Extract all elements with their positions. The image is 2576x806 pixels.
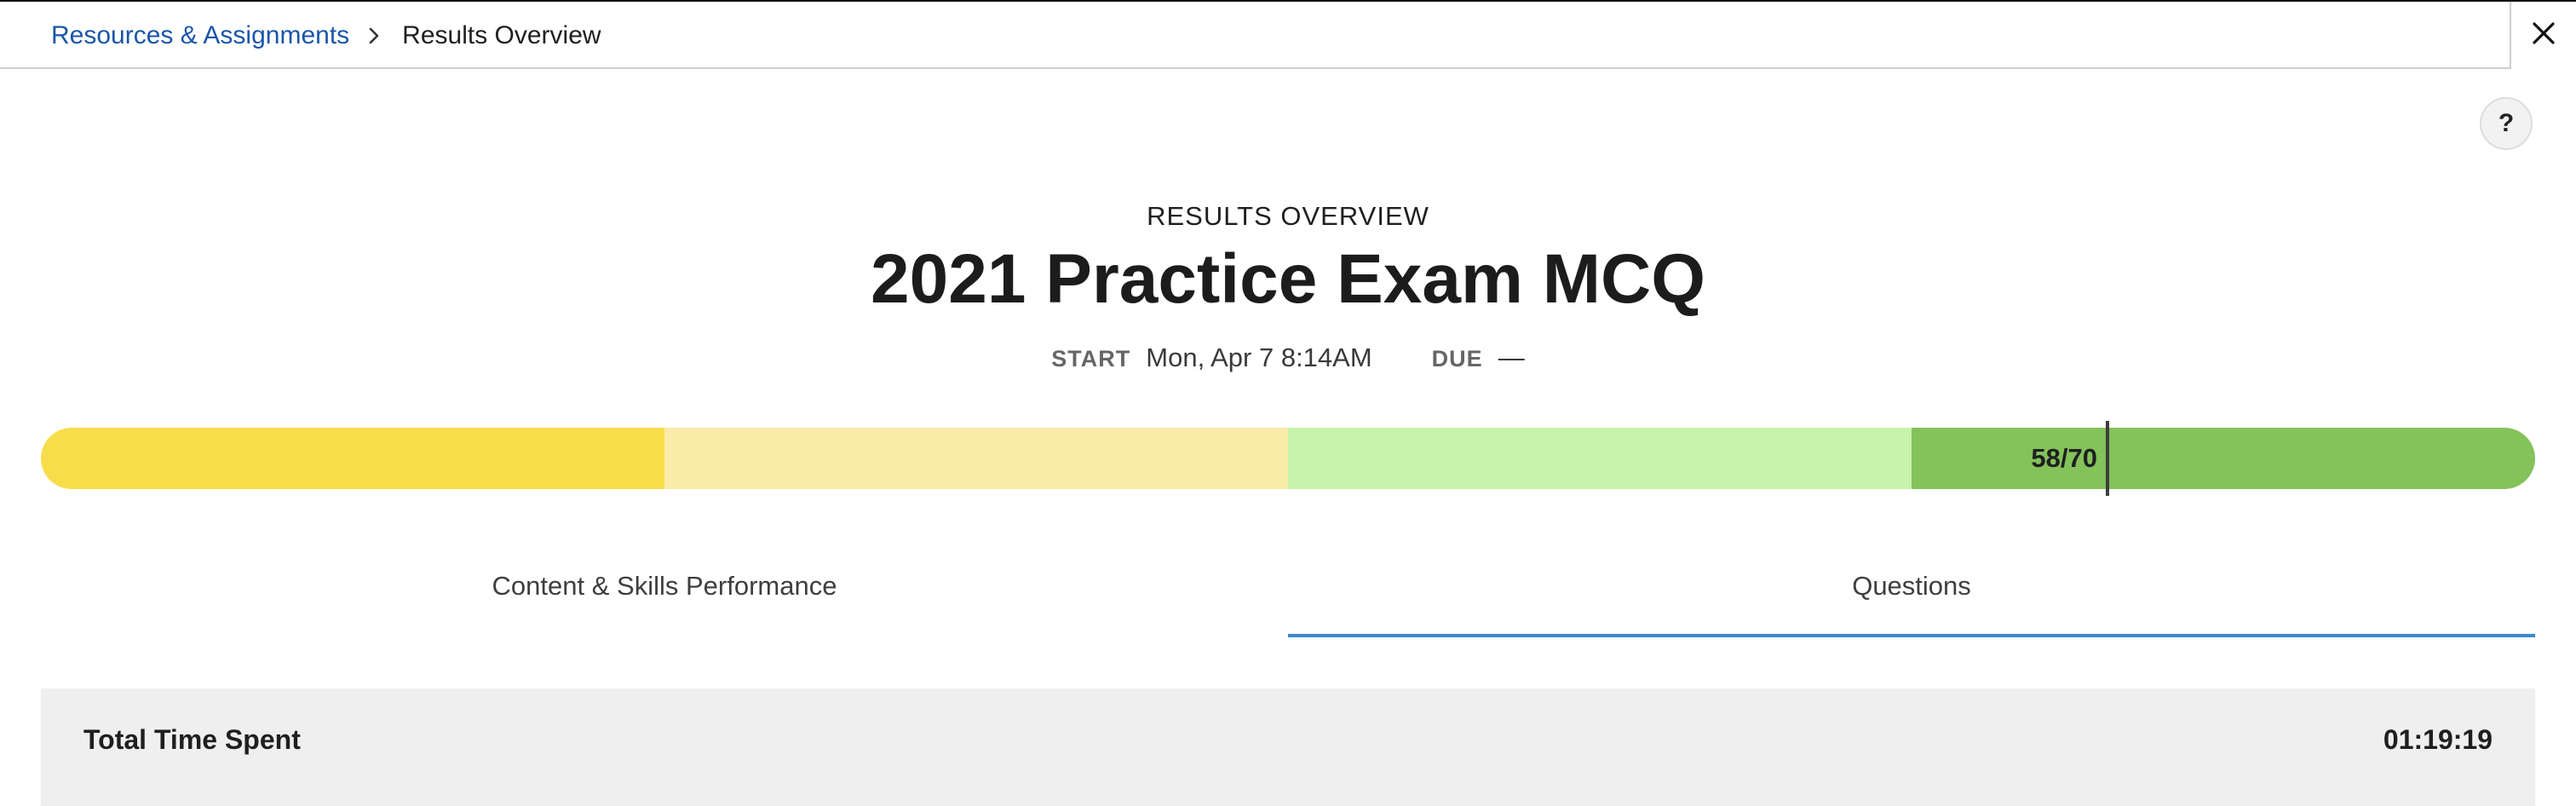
score-band-3 <box>1288 428 1912 489</box>
score-marker <box>2106 421 2109 496</box>
start-value: Mon, Apr 7 8:14AM <box>1146 343 1372 372</box>
score-band-1 <box>41 428 664 489</box>
score-bar <box>41 428 2535 489</box>
close-icon <box>2532 21 2556 49</box>
tab-content-skills-performance[interactable]: Content & Skills Performance <box>41 545 1288 637</box>
score-band-2 <box>664 428 1288 489</box>
tab-label: Questions <box>1852 571 1971 601</box>
breadcrumb-current: Results Overview <box>402 21 601 49</box>
due-value: — <box>1498 343 1525 372</box>
page-eyebrow: RESULTS OVERVIEW <box>1147 201 1429 231</box>
chevron-right-icon <box>368 26 380 45</box>
tab-label: Content & Skills Performance <box>492 571 837 601</box>
total-time-row: Total Time Spent 01:19:19 <box>41 688 2535 806</box>
assignment-dates: START Mon, Apr 7 8:14AM DUE — <box>0 343 2576 373</box>
results-tabs: Content & Skills Performance Questions <box>41 545 2535 637</box>
help-icon: ? <box>2498 109 2515 137</box>
breadcrumb: Resources & Assignments Results Overview <box>51 19 601 53</box>
start-label: START <box>1051 346 1131 371</box>
breadcrumb-link-resources[interactable]: Resources & Assignments <box>51 21 349 50</box>
score-label: 58/70 <box>2031 443 2097 473</box>
top-bar: Resources & Assignments Results Overview <box>0 0 2576 69</box>
due-label: DUE <box>1431 346 1483 371</box>
help-button[interactable]: ? <box>2480 97 2533 150</box>
close-button[interactable] <box>2510 2 2576 69</box>
tab-questions[interactable]: Questions <box>1288 545 2535 637</box>
total-time-value: 01:19:19 <box>2383 724 2493 755</box>
page-title: 2021 Practice Exam MCQ <box>871 240 1705 318</box>
total-time-label: Total Time Spent <box>83 724 301 755</box>
